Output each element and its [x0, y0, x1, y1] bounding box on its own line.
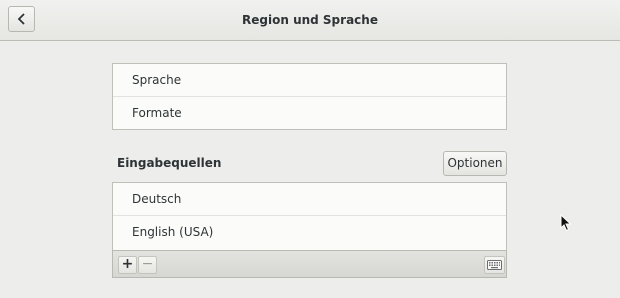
list-item-deutsch[interactable]: Deutsch [113, 183, 506, 216]
remove-input-source-button[interactable]: − [138, 256, 157, 274]
list-item-english-usa[interactable]: English (USA) [113, 216, 506, 249]
input-sources-list: Deutsch English (USA) [112, 182, 507, 250]
list-item-sprache[interactable]: Sprache [113, 64, 506, 97]
add-input-source-button[interactable]: + [118, 256, 137, 274]
show-keyboard-layout-button[interactable] [484, 256, 505, 274]
header-bar: Region und Sprache [0, 0, 620, 41]
input-sources-toolbar: + − [112, 250, 507, 278]
keyboard-icon [487, 260, 502, 270]
region-list: Sprache Formate [112, 63, 507, 130]
options-button[interactable]: Optionen [443, 151, 507, 176]
list-item-formate[interactable]: Formate [113, 97, 506, 130]
mouse-pointer-icon [560, 214, 572, 232]
section-label-input-sources: Eingabequellen [117, 156, 222, 170]
page-title: Region und Sprache [242, 13, 378, 27]
